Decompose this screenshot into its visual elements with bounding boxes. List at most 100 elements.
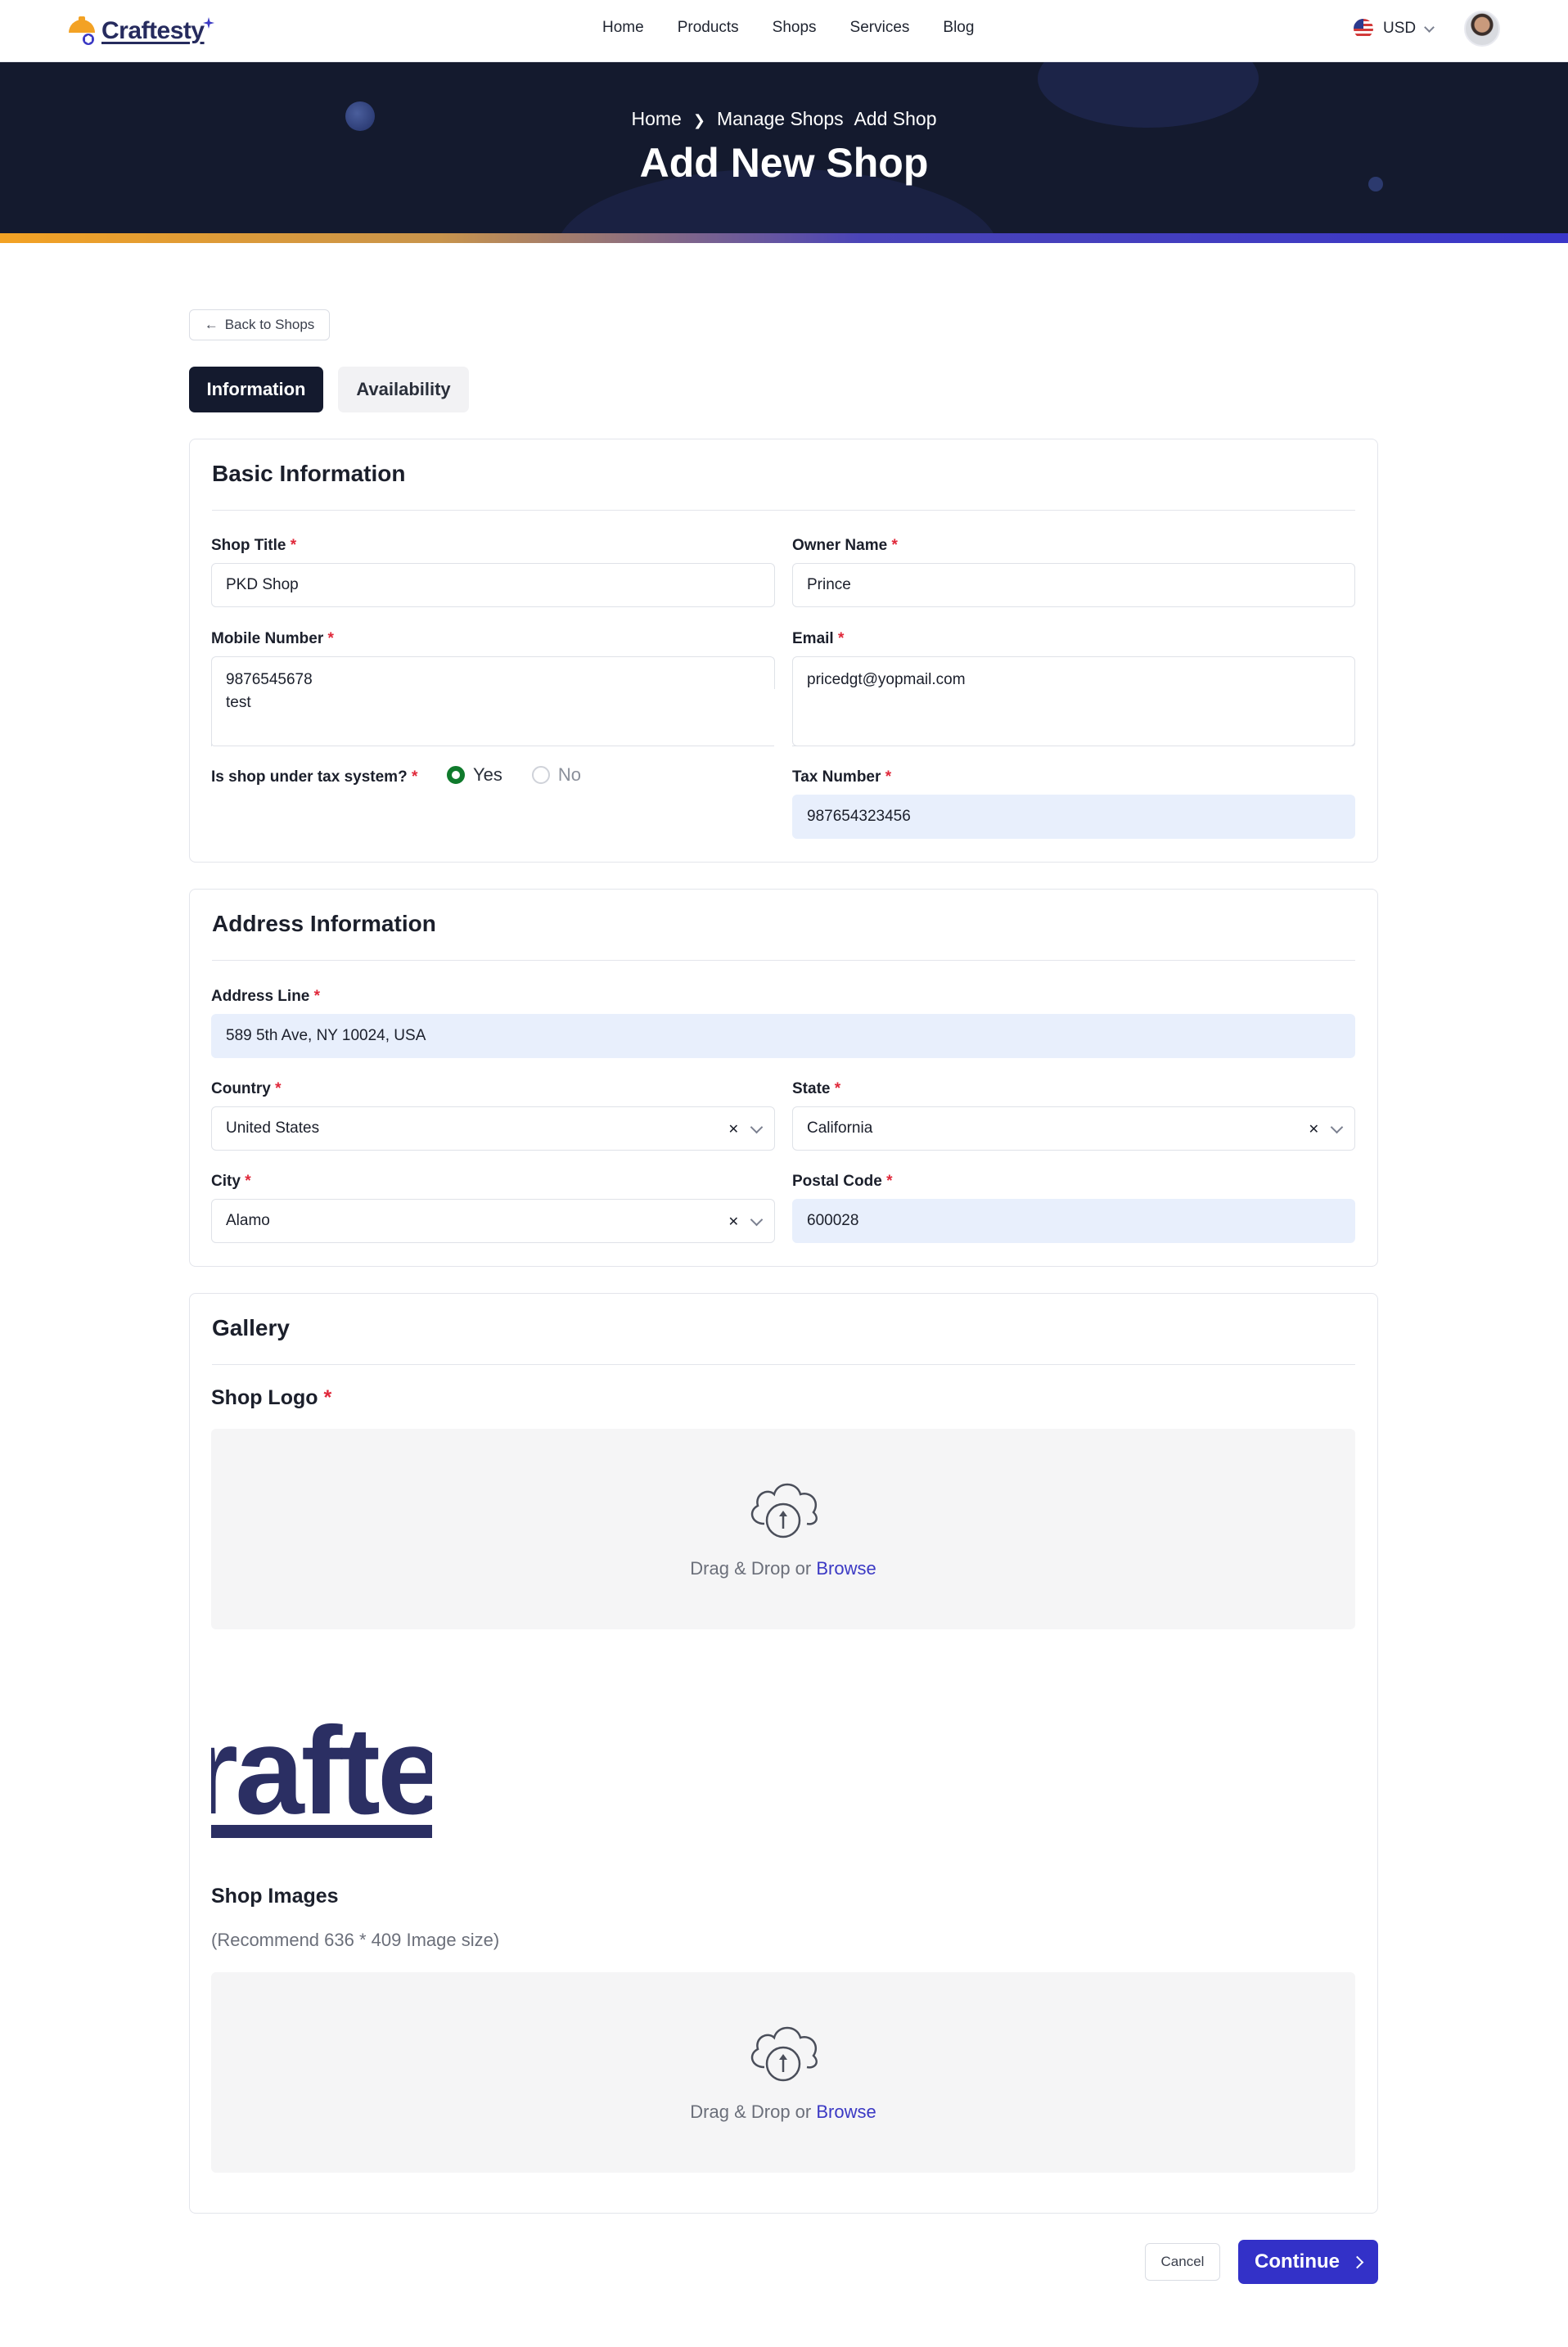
state-value: California (807, 1119, 873, 1137)
email-label: Email * (792, 630, 844, 648)
nav-blog[interactable]: Blog (943, 19, 974, 37)
owner-name-input[interactable]: Prince (792, 563, 1355, 607)
chevron-down-icon[interactable] (750, 1120, 764, 1133)
cloud-upload-icon (750, 1483, 818, 1538)
tax-system-label: Is shop under tax system? * (211, 768, 417, 786)
tax-no-radio[interactable] (531, 766, 550, 784)
required-marker: * (327, 630, 334, 647)
dropzone-text: Drag & Drop or Browse (211, 1558, 1355, 1579)
country-select[interactable]: United States ✕ (211, 1106, 775, 1151)
label-text: Country (211, 1080, 271, 1097)
tax-no-label[interactable]: No (558, 764, 581, 786)
sparkle-icon (202, 17, 214, 29)
required-marker: * (323, 1386, 332, 1409)
required-marker: * (411, 768, 418, 786)
label-text: Email (792, 630, 834, 647)
breadcrumb-current: Add Shop (854, 108, 937, 129)
browse-link[interactable]: Browse (816, 2101, 876, 2122)
owner-name-label: Owner Name * (792, 537, 898, 555)
browse-link[interactable]: Browse (816, 1558, 876, 1579)
hero-gradient-bar (0, 233, 1568, 243)
cancel-button[interactable]: Cancel (1145, 2243, 1220, 2281)
tax-number-input[interactable]: 987654323456 (792, 795, 1355, 839)
shop-images-hint: (Recommend 636 * 409 Image size) (211, 1930, 500, 1950)
currency-selector[interactable]: USD (1354, 16, 1435, 42)
breadcrumb: Home ❯ Manage Shops Add Shop (0, 108, 1568, 130)
breadcrumb-manage-shops[interactable]: Manage Shops (717, 108, 844, 129)
city-value: Alamo (226, 1212, 270, 1229)
address-line-input[interactable]: 589 5th Ave, NY 10024, USA (211, 1014, 1355, 1058)
section-title: Address Information (212, 911, 436, 936)
required-marker: * (290, 537, 297, 554)
email-input[interactable]: pricedgt@yopmail.com (792, 656, 1355, 746)
postal-code-input[interactable]: 600028 (792, 1199, 1355, 1243)
required-marker: * (245, 1173, 251, 1190)
chevron-down-icon[interactable] (1330, 1120, 1344, 1133)
required-marker: * (885, 768, 892, 786)
continue-button[interactable]: Continue (1238, 2240, 1378, 2284)
label-text: Address Line (211, 988, 310, 1005)
nav-products[interactable]: Products (678, 19, 739, 37)
label-text: Mobile Number (211, 630, 324, 647)
shop-title-input[interactable]: PKD Shop (211, 563, 775, 607)
drop-text: Drag & Drop or (690, 2101, 817, 2122)
required-marker: * (886, 1173, 893, 1190)
required-marker: * (313, 988, 321, 1005)
select-controls: ✕ (728, 1107, 764, 1151)
section-title: Gallery (212, 1315, 290, 1340)
shop-images-dropzone[interactable]: Drag & Drop or Browse (211, 1972, 1355, 2173)
logo-preview-text: rafte (211, 1702, 432, 1840)
brand-name: Craftesty (101, 17, 205, 44)
select-controls: ✕ (728, 1200, 764, 1244)
clear-icon[interactable]: ✕ (728, 1121, 739, 1137)
tab-information[interactable]: Information (189, 367, 323, 412)
city-label: City * (211, 1173, 251, 1191)
cloud-upload-icon (750, 2026, 818, 2082)
city-select[interactable]: Alamo ✕ (211, 1199, 775, 1243)
country-label: Country * (211, 1080, 282, 1098)
nav-home[interactable]: Home (602, 19, 644, 37)
postal-code-label: Postal Code * (792, 1173, 893, 1191)
clear-icon[interactable]: ✕ (728, 1214, 739, 1230)
label-text: Tax Number (792, 768, 881, 786)
state-select[interactable]: California ✕ (792, 1106, 1355, 1151)
user-avatar[interactable] (1464, 11, 1500, 47)
main-nav: Home Products Shops Services Blog (602, 0, 974, 56)
state-label: State * (792, 1080, 840, 1098)
chevron-right-icon: ❯ (692, 112, 705, 128)
logo-underline (211, 1825, 432, 1838)
required-marker: * (837, 630, 845, 647)
dropzone-text: Drag & Drop or Browse (211, 2101, 1355, 2123)
page-title: Add New Shop (639, 140, 929, 186)
breadcrumb-home[interactable]: Home (632, 108, 682, 129)
tax-number-label: Tax Number * (792, 768, 891, 786)
tax-system-radio-group: Yes No (447, 764, 581, 786)
page-hero: Home ❯ Manage Shops Add Shop Add New Shop (0, 62, 1568, 233)
back-to-shops-button[interactable]: ← Back to Shops (189, 309, 330, 340)
chevron-right-icon (1350, 2255, 1364, 2268)
chevron-down-icon[interactable] (750, 1213, 764, 1226)
tab-availability[interactable]: Availability (338, 367, 469, 412)
required-marker: * (891, 537, 898, 554)
nav-shops[interactable]: Shops (773, 19, 817, 37)
divider (212, 960, 1355, 961)
tax-yes-label[interactable]: Yes (473, 764, 502, 786)
arrow-left-icon: ← (204, 317, 219, 332)
shop-logo-preview: rafte (211, 1702, 432, 1840)
shop-images-label: Shop Images (211, 1885, 339, 1908)
mobile-extra-text: test (226, 694, 251, 711)
section-title: Basic Information (212, 461, 406, 486)
address-line-label: Address Line * (211, 988, 320, 1006)
clear-icon[interactable]: ✕ (1309, 1121, 1319, 1137)
nav-services[interactable]: Services (850, 19, 910, 37)
label-text: State (792, 1080, 831, 1097)
required-marker: * (275, 1080, 282, 1097)
back-label: Back to Shops (224, 317, 315, 332)
mobile-number-input[interactable]: 9876545678 test (211, 656, 775, 746)
us-flag-icon (1354, 19, 1373, 38)
continue-label: Continue (1255, 2250, 1340, 2273)
required-marker: * (834, 1080, 841, 1097)
tax-yes-radio[interactable] (447, 766, 465, 784)
shop-logo-dropzone[interactable]: Drag & Drop or Browse (211, 1429, 1355, 1629)
brand-logo[interactable]: Craftesty (65, 8, 214, 54)
